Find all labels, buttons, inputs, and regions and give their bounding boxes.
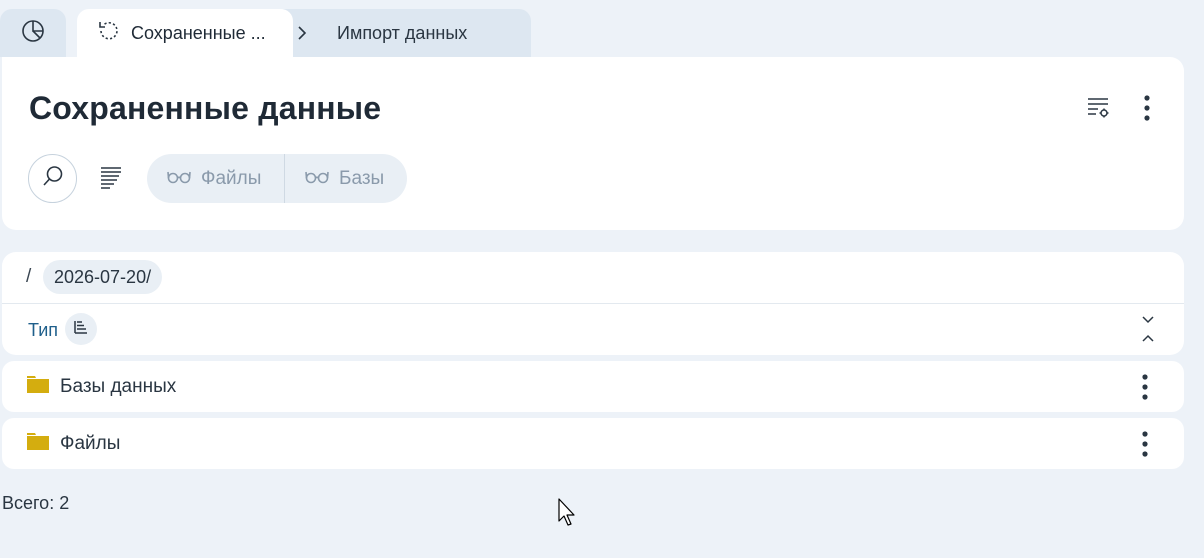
more-vertical-icon[interactable] <box>1134 431 1156 457</box>
list-filter-icon[interactable] <box>99 166 123 190</box>
folder-icon <box>27 375 49 398</box>
filter-databases-label: Базы <box>339 167 385 189</box>
filter-files[interactable]: Файлы <box>147 154 285 203</box>
folder-icon <box>27 432 49 455</box>
more-vertical-icon[interactable] <box>1134 374 1156 400</box>
list-item-label: Базы данных <box>60 375 177 397</box>
glasses-icon <box>167 168 191 190</box>
filter-files-label: Файлы <box>201 167 262 189</box>
more-vertical-icon[interactable] <box>1136 94 1158 122</box>
sort-button[interactable] <box>65 313 97 345</box>
collapse-all-icon[interactable] <box>1140 315 1156 343</box>
header-card: Сохраненные данные Файлы Базы <box>2 57 1184 230</box>
breadcrumb-current[interactable]: 2026-07-20/ <box>43 260 163 294</box>
tab-saved-data-label: Сохраненные ... <box>131 22 266 43</box>
chevron-right-icon <box>297 25 319 41</box>
search-icon <box>41 164 65 193</box>
total-count: Всего: 2 <box>2 493 70 513</box>
history-icon <box>97 19 121 48</box>
tab-home[interactable] <box>0 9 66 57</box>
breadcrumb-root[interactable]: / <box>26 266 31 288</box>
list-item[interactable]: Файлы <box>2 418 1184 469</box>
list-item-label: Файлы <box>60 432 121 454</box>
pie-chart-icon <box>21 19 45 48</box>
table-header-card: / 2026-07-20/ Тип <box>2 252 1184 355</box>
settings-list-icon[interactable] <box>1085 95 1111 121</box>
filter-databases[interactable]: Базы <box>285 154 384 203</box>
tab-saved-data[interactable]: Сохраненные ... <box>77 9 293 57</box>
tab-bar: Сохраненные ... Импорт данных <box>0 9 531 57</box>
glasses-icon <box>305 168 329 190</box>
page-title: Сохраненные данные <box>29 90 382 126</box>
tab-import-data[interactable]: Импорт данных <box>283 9 531 57</box>
mouse-cursor-icon <box>558 498 578 533</box>
list-item[interactable]: Базы данных <box>2 361 1184 412</box>
search-button[interactable] <box>28 154 77 203</box>
tab-import-data-label: Импорт данных <box>337 22 468 43</box>
view-filter-group: Файлы Базы <box>147 154 407 203</box>
sort-icon <box>74 320 88 339</box>
divider <box>2 303 1184 304</box>
column-header-type[interactable]: Тип <box>28 320 58 341</box>
